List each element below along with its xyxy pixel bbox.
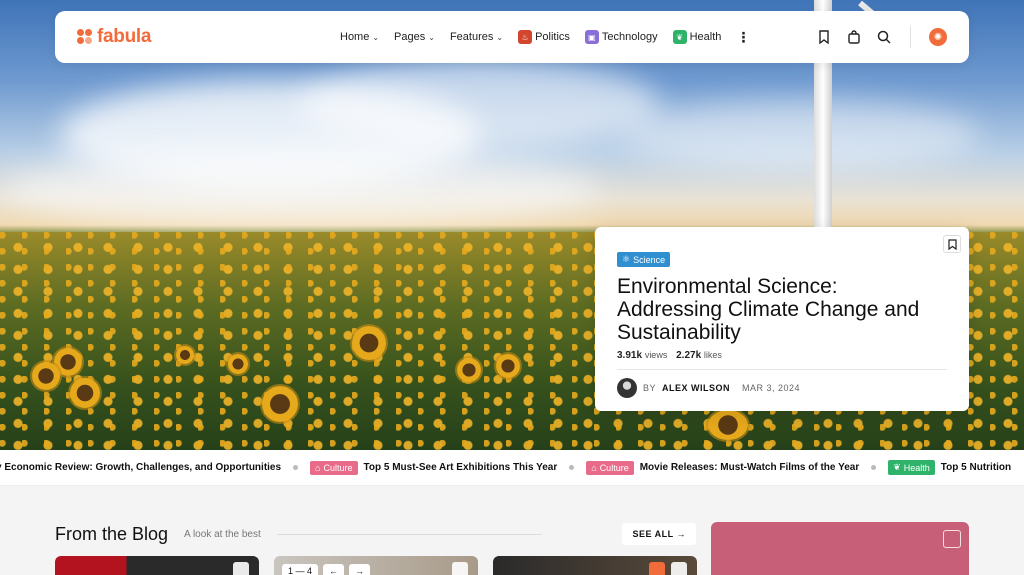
- play-icon[interactable]: [649, 562, 665, 575]
- bookmark-icon[interactable]: [943, 530, 961, 548]
- chevron-down-icon: ⌄: [428, 32, 435, 42]
- menu-item-features[interactable]: Features ⌄: [450, 31, 503, 43]
- ticker-item[interactable]: ⌂ Culture Top 5 Must-See Art Exhibitions …: [310, 460, 557, 475]
- flame-icon: ♨: [518, 30, 533, 44]
- more-vertical-icon[interactable]: ⋮: [736, 29, 750, 46]
- top-navbar: fabula Home ⌄ Pages ⌄ Features ⌄ ♨ Polit…: [55, 11, 969, 63]
- brand-logo[interactable]: fabula: [77, 26, 307, 48]
- category-badge-culture: ⌂ Culture: [586, 460, 634, 475]
- leaf-icon: ❦: [893, 462, 901, 472]
- next-arrow-icon[interactable]: →: [349, 564, 371, 575]
- category-badge-health: ❦ Health: [888, 460, 935, 475]
- search-icon[interactable]: [876, 29, 892, 45]
- news-ticker: y Economic Review: Growth, Challenges, a…: [0, 450, 1024, 486]
- chevron-down-icon: ⌄: [372, 32, 380, 42]
- atom-icon: ⚛: [622, 254, 631, 264]
- category-tag-science[interactable]: ⚛ Science: [617, 252, 671, 267]
- ticker-item[interactable]: y Economic Review: Growth, Challenges, a…: [0, 462, 281, 473]
- author-name[interactable]: ALEX WILSON: [662, 383, 730, 393]
- blog-section-header: From the Blog A look at the best SEE ALL…: [55, 522, 696, 546]
- pager-range: 1 — 4: [282, 564, 319, 575]
- bookmark-icon[interactable]: [671, 562, 687, 575]
- featured-post-card[interactable]: ⚛ Science Environmental Science: Address…: [595, 227, 969, 411]
- brand-name: fabula: [97, 26, 152, 47]
- bookmark-icon[interactable]: [233, 562, 249, 575]
- bookmark-icon[interactable]: [816, 29, 832, 45]
- post-author-meta: BY ALEX WILSON MAR 3, 2024: [617, 378, 947, 398]
- user-avatar[interactable]: ✺: [929, 28, 947, 46]
- see-all-button[interactable]: SEE ALL →: [622, 523, 696, 545]
- main-menu: Home ⌄ Pages ⌄ Features ⌄ ♨ Politics ▣ T…: [340, 29, 816, 46]
- bookmark-icon[interactable]: [452, 562, 468, 575]
- prev-arrow-icon[interactable]: ←: [323, 564, 345, 575]
- bookmark-icon[interactable]: [943, 235, 961, 253]
- blog-post-thumbnail[interactable]: [493, 556, 697, 575]
- menu-item-politics[interactable]: ♨ Politics: [518, 30, 570, 44]
- featured-post-title[interactable]: Environmental Science: Addressing Climat…: [617, 275, 947, 344]
- blog-post-thumbnail[interactable]: [55, 556, 259, 575]
- blog-post-thumbnail[interactable]: 1 — 4 ← →: [274, 556, 478, 575]
- culture-icon: ⌂: [315, 462, 321, 473]
- post-date: MAR 3, 2024: [742, 383, 801, 393]
- logo-mark-icon: [77, 29, 93, 45]
- section-title: From the Blog: [55, 523, 169, 544]
- culture-icon: ⌂: [591, 462, 597, 473]
- menu-item-pages[interactable]: Pages ⌄: [394, 31, 435, 43]
- promo-card[interactable]: [711, 522, 969, 575]
- ticker-item[interactable]: ⌂ Culture Movie Releases: Must-Watch Film…: [586, 460, 859, 475]
- chevron-down-icon: ⌄: [496, 32, 504, 42]
- ticker-item[interactable]: ❦ Health Top 5 Nutrition: [888, 460, 1011, 475]
- menu-item-home[interactable]: Home ⌄: [340, 31, 379, 43]
- category-badge-culture: ⌂ Culture: [310, 460, 358, 475]
- cart-icon[interactable]: [846, 29, 862, 45]
- gallery-pager: 1 — 4 ← →: [282, 564, 371, 575]
- menu-item-health[interactable]: ❦ Health: [672, 30, 721, 44]
- section-subtitle: A look at the best: [184, 528, 261, 540]
- nav-actions: ✺: [816, 26, 947, 48]
- chip-icon: ▣: [584, 30, 599, 44]
- author-avatar[interactable]: [617, 378, 637, 398]
- post-stats: 3.91k views 2.27k likes: [617, 350, 722, 361]
- menu-item-technology[interactable]: ▣ Technology: [584, 30, 658, 44]
- leaf-icon: ❦: [672, 30, 687, 44]
